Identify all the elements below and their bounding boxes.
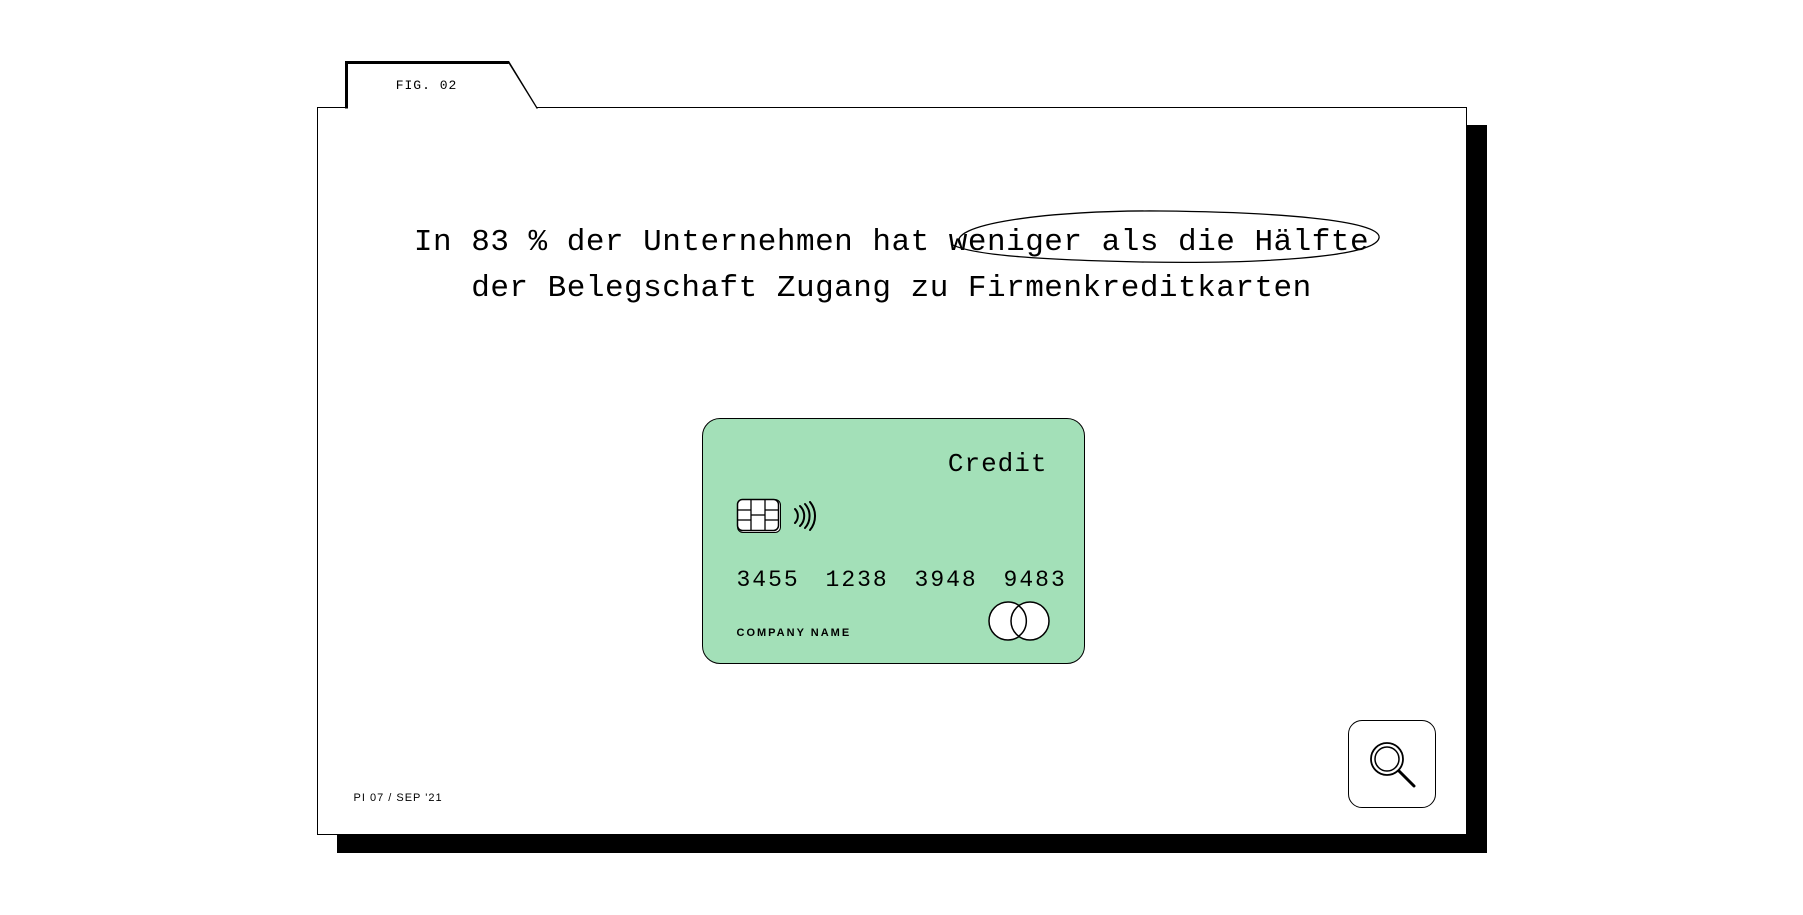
footer-label: PI 07 / SEP '21 <box>354 792 443 804</box>
folder-body: In 83 % der Unternehmen hat weniger als … <box>317 107 1467 835</box>
headline: In 83 % der Unternehmen hat weniger als … <box>318 220 1466 313</box>
folder-tab-label: FIG. 02 <box>347 63 507 108</box>
contactless-icon <box>791 501 821 531</box>
chip-icon <box>737 499 781 533</box>
magnifier-icon <box>1364 736 1420 792</box>
zoom-button[interactable] <box>1348 720 1436 808</box>
card-number: 3455 1238 3948 9483 <box>737 567 1067 593</box>
headline-line1-pre: In 83 % der Unternehmen hat <box>414 225 949 260</box>
headline-circled-wrap: weniger als die Hälfte <box>949 220 1369 267</box>
headline-circled-text: weniger als die Hälfte <box>949 225 1369 260</box>
credit-card: Credit <box>702 418 1085 664</box>
card-company-name: COMPANY NAME <box>737 627 852 639</box>
headline-line2: der Belegschaft Zugang zu Firmenkreditka… <box>471 271 1312 306</box>
mastercard-logo-icon <box>984 599 1054 643</box>
tab-seam-cover <box>349 152 535 155</box>
card-type-label: Credit <box>948 449 1048 479</box>
figure-02: FIG. 02 In 83 % der Unternehmen hat weni… <box>317 63 1487 853</box>
